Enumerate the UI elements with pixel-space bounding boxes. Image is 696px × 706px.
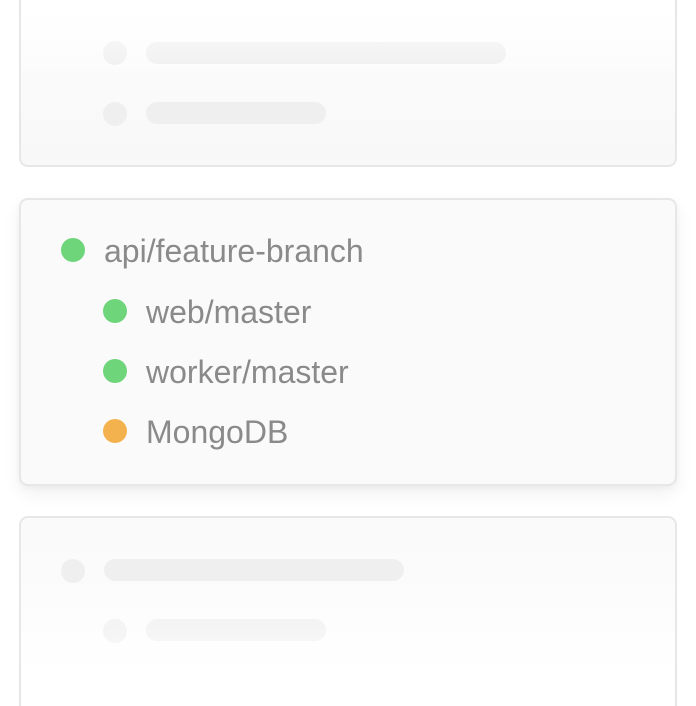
orange-status-dot-icon: [103, 419, 127, 443]
placeholder-line: [146, 619, 326, 641]
placeholder-dot-icon: [103, 102, 127, 126]
placeholder-line: [146, 42, 506, 64]
top-fade-overlay: [21, 0, 675, 80]
placeholder-line: [146, 102, 326, 124]
dependency-card: api/feature-branch web/master worker/mas…: [19, 198, 677, 486]
green-status-dot-icon: [103, 299, 127, 323]
placeholder-dot-icon: [61, 559, 85, 583]
dependency-label: worker/master: [146, 354, 349, 390]
dependency-label: MongoDB: [146, 414, 289, 450]
placeholder-dot-icon: [103, 41, 127, 65]
green-status-dot-icon: [103, 359, 127, 383]
bottom-fade-overlay: [21, 586, 675, 706]
placeholder-line: [104, 559, 404, 581]
dependency-item-web[interactable]: web/master: [103, 294, 312, 330]
bottom-placeholder-card: [19, 516, 677, 706]
dependency-item-api[interactable]: api/feature-branch: [61, 233, 364, 269]
dependency-label: web/master: [146, 294, 312, 330]
green-status-dot-icon: [61, 238, 85, 262]
dependency-item-worker[interactable]: worker/master: [103, 354, 349, 390]
top-placeholder-card: [19, 0, 677, 167]
placeholder-dot-icon: [103, 619, 127, 643]
dependency-item-mongodb[interactable]: MongoDB: [103, 414, 289, 450]
dependency-label: api/feature-branch: [104, 233, 364, 269]
